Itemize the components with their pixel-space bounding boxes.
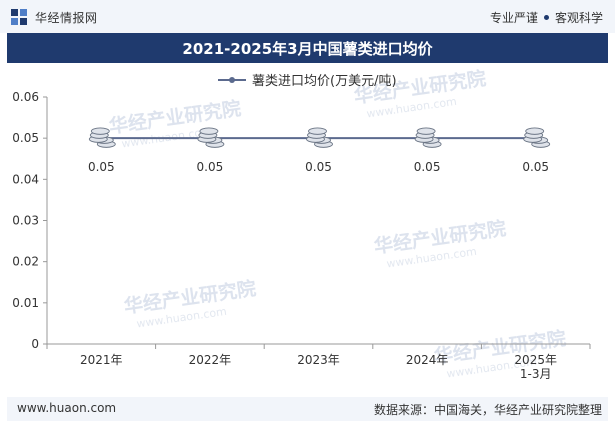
coin-shape [416,127,436,135]
tag-objective: 客观科学 [554,11,603,25]
coin-shape [199,127,219,135]
y-tick-label: 0.04 [12,172,39,186]
y-tick-label: 0 [31,337,39,351]
x-tick-label: 2021年 [80,353,123,367]
data-source: 数据来源：中国海关，华经产业研究院整理 [373,403,602,417]
data-label: 0.05 [414,160,441,174]
data-point-coin-stack-icon [523,127,551,148]
x-tick-label: 2023年 [297,353,340,367]
y-tick-label: 0.03 [12,214,39,228]
tag-professional: 专业严谨 [489,11,538,25]
coin-shape [525,127,545,135]
x-tick-label: 2024年 [406,353,449,367]
data-label: 0.05 [197,160,224,174]
top-bar: 华经情报网 专业严谨 客观科学 [0,0,615,33]
legend-marker-icon [229,77,235,83]
chart-title: 2021-2025年3月中国薯类进口均价 [182,39,433,58]
data-label: 0.05 [88,160,115,174]
legend-label: 薯类进口均价(万美元/吨) [252,74,397,89]
legend: 薯类进口均价(万美元/吨) [218,74,397,89]
data-label: 0.05 [522,160,549,174]
brand-name: 华经情报网 [35,10,98,25]
footer-bar: www.huaon.com 数据来源：中国海关，华经产业研究院整理 [7,397,608,421]
x-tick-label: 1-3月 [520,367,552,381]
separator-dot-icon [543,15,549,20]
website-link[interactable]: www.huaon.com [17,401,116,415]
x-tick-label: 2025年 [514,353,557,367]
data-label: 0.05 [305,160,332,174]
y-tick-label: 0.01 [12,296,39,310]
x-tick-label: 2022年 [189,353,232,367]
coin-shape [308,127,327,135]
brand-logo[interactable]: 华经情报网 [10,8,98,26]
header-tags: 专业严谨 客观科学 [490,9,603,26]
chart-title-bar: 2021-2025年3月中国薯类进口均价 [7,33,608,63]
y-tick-label: 0.02 [12,255,39,269]
chart-canvas: 华经产业研究院www.huaon.com华经产业研究院www.huaon.com… [12,67,591,381]
logo-icon [11,9,27,25]
coin-shape [90,127,110,135]
y-tick-label: 0.05 [12,131,39,145]
y-tick-label: 0.06 [12,90,39,104]
